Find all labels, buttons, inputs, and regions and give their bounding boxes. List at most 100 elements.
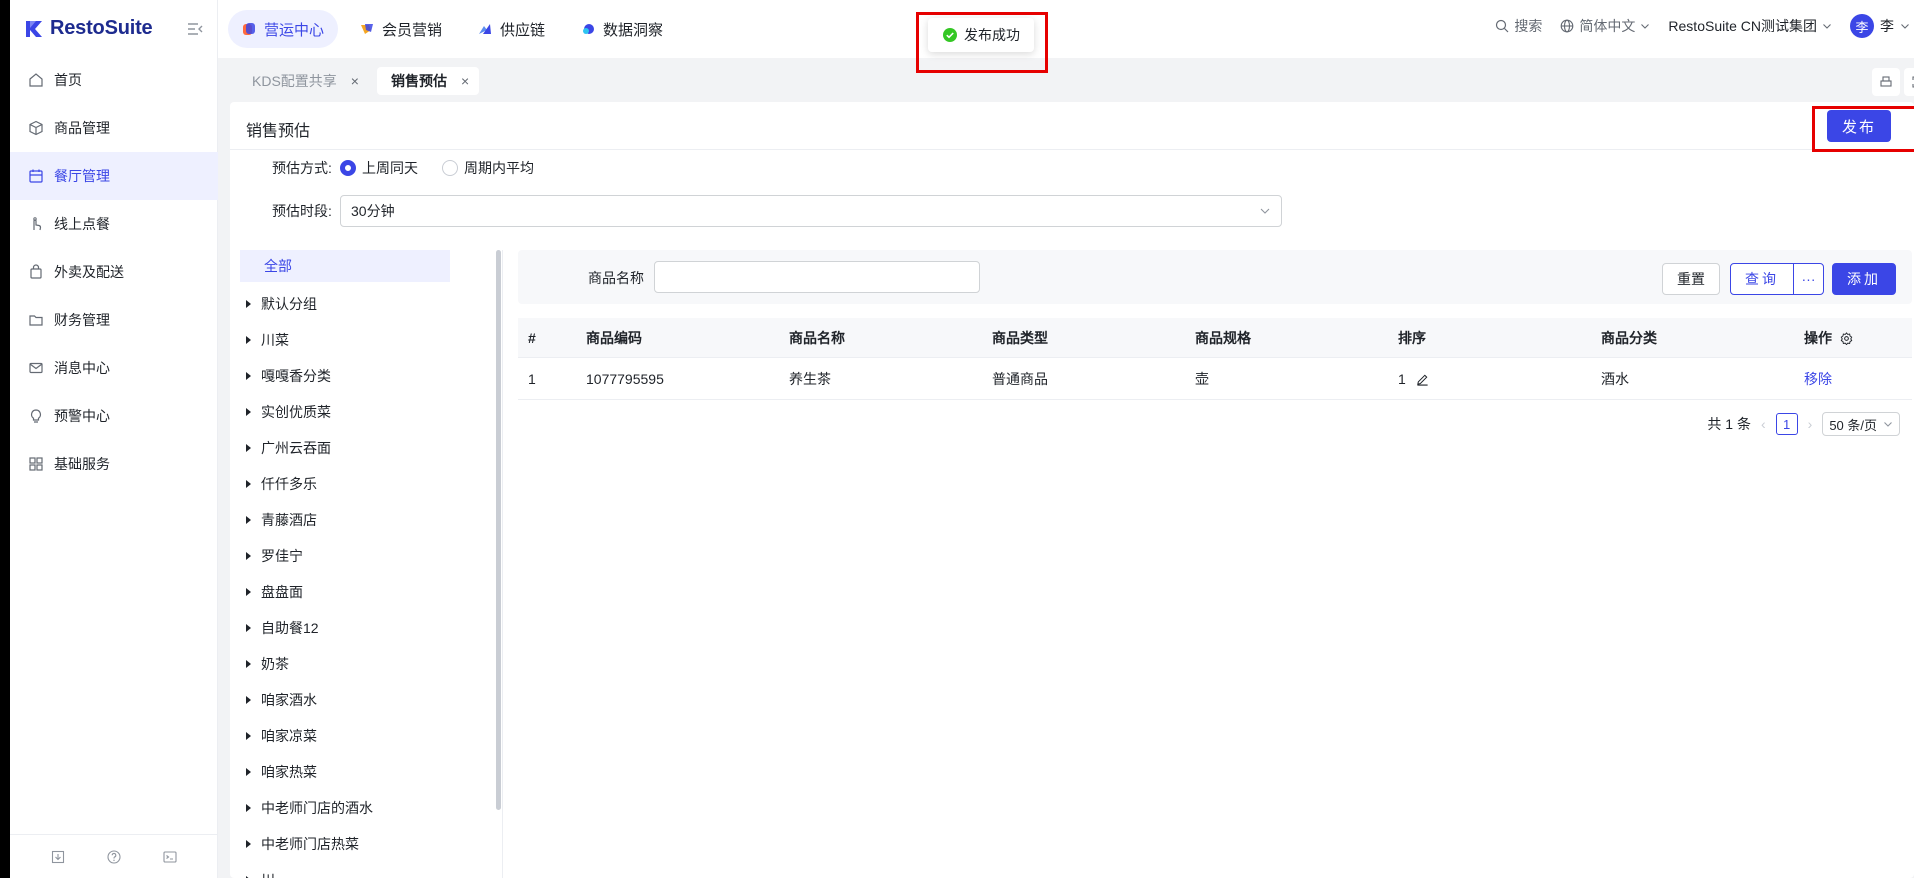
sidebar-item-alerts[interactable]: 预警中心 [10, 392, 218, 440]
gear-icon[interactable] [1840, 331, 1853, 345]
module-tabs: 营运中心 会员营销 供应链 数据洞察 [228, 10, 677, 48]
method-radio-last-week[interactable]: 上周同天 [340, 158, 418, 178]
page-number-current[interactable]: 1 [1775, 413, 1798, 435]
tree-item[interactable]: 咱家热菜 [240, 754, 450, 790]
caret-right-icon[interactable] [246, 408, 251, 416]
bag-icon [30, 264, 42, 279]
more-button[interactable]: ··· [1793, 263, 1824, 295]
tree-item-label: 中老师门店的酒水 [261, 800, 373, 816]
language-switch[interactable]: 简体中文 [1560, 16, 1650, 36]
caret-right-icon[interactable] [246, 768, 251, 776]
page-tab-sales-forecast[interactable]: 销售预估 × [377, 67, 480, 95]
page-size-select[interactable]: 50 条/页 [1822, 412, 1900, 436]
tree-item[interactable]: 罗佳宁 [240, 538, 450, 574]
page-tab-kds-config[interactable]: KDS配置共享 × [238, 67, 369, 95]
caret-right-icon[interactable] [246, 516, 251, 524]
tree-item[interactable]: 嘎嘎香分类 [240, 358, 450, 394]
next-page-icon[interactable]: › [1808, 416, 1813, 432]
tree-item-label: 咱家酒水 [261, 692, 317, 708]
prev-page-icon[interactable]: ‹ [1761, 416, 1766, 432]
page-tab-label: KDS配置共享 [252, 73, 337, 89]
sidebar-item-basic-services[interactable]: 基础服务 [10, 440, 218, 488]
sidebar-item-label: 消息中心 [54, 360, 110, 376]
caret-right-icon[interactable] [246, 840, 251, 848]
col-header: 商品类型 [992, 329, 1048, 346]
folder-icon [29, 315, 43, 326]
caret-right-icon[interactable] [246, 336, 251, 344]
sales-forecast-card: 销售预估 发布 预估方式: 上周同天 周期内平均 预估时段: 30分钟 全部 默… [230, 102, 1914, 878]
download-icon[interactable] [50, 849, 66, 865]
pagination: 共 1 条 ‹ 1 › 50 条/页 [1707, 412, 1900, 436]
period-select[interactable]: 30分钟 [340, 195, 1282, 227]
tree-item-all[interactable]: 全部 [240, 250, 450, 282]
remove-link[interactable]: 移除 [1804, 371, 1832, 387]
sidebar-item-online-order[interactable]: 线上点餐 [10, 200, 218, 248]
tab-member-marketing[interactable]: 会员营销 [346, 10, 456, 48]
sidebar-item-restaurant[interactable]: 餐厅管理 [10, 152, 218, 200]
print-button[interactable] [1872, 68, 1900, 96]
terminal-icon[interactable] [162, 849, 178, 865]
sidebar-item-home[interactable]: 首页 [10, 56, 218, 104]
col-header: 操作 [1804, 329, 1832, 346]
tree-item[interactable]: 中老师门店的酒水 [240, 790, 450, 826]
globe-icon [1561, 19, 1574, 33]
tree-item[interactable]: 实创优质菜 [240, 394, 450, 430]
tab-operations[interactable]: 营运中心 [228, 10, 339, 48]
publish-button[interactable]: 发布 [1827, 110, 1891, 142]
query-button[interactable]: 查询 [1730, 263, 1794, 295]
close-icon[interactable]: × [461, 73, 469, 89]
fullscreen-button[interactable] [1904, 68, 1914, 96]
tree-item[interactable]: 仟仟多乐 [240, 466, 450, 502]
sidebar-item-products[interactable]: 商品管理 [10, 104, 218, 152]
tree-item-label: 中老师门店热菜 [261, 836, 359, 852]
radio-checked-icon [340, 160, 356, 176]
reset-button[interactable]: 重置 [1662, 263, 1720, 295]
tree-item[interactable]: 盘盘面 [240, 574, 450, 610]
sidebar-item-finance[interactable]: 财务管理 [10, 296, 218, 344]
caret-right-icon[interactable] [246, 696, 251, 704]
caret-right-icon[interactable] [246, 372, 251, 380]
tree-scrollbar[interactable] [496, 250, 501, 810]
caret-right-icon[interactable] [246, 444, 251, 452]
caret-right-icon[interactable] [246, 480, 251, 488]
tree-item[interactable]: 自助餐12 [240, 610, 450, 646]
add-button[interactable]: 添加 [1832, 263, 1896, 295]
user-menu[interactable]: 李 李 [1850, 14, 1910, 38]
org-switch[interactable]: RestoSuite CN测试集团 [1668, 16, 1832, 36]
col-header: 商品规格 [1195, 329, 1251, 346]
caret-right-icon[interactable] [246, 624, 251, 632]
logo[interactable]: RestoSuite [24, 17, 153, 40]
close-icon[interactable]: × [351, 73, 359, 89]
tree-item-label: 川菜 [261, 332, 289, 348]
tab-supply-chain[interactable]: 供应链 [464, 10, 559, 48]
tree-item[interactable]: 川 [240, 862, 450, 878]
global-search[interactable]: 搜索 [1495, 16, 1542, 36]
chevron-down-icon [1884, 422, 1892, 427]
help-icon[interactable] [106, 849, 122, 865]
tree-item[interactable]: 川菜 [240, 322, 450, 358]
operations-icon [243, 23, 255, 35]
tree-item[interactable]: 咱家酒水 [240, 682, 450, 718]
caret-right-icon[interactable] [246, 300, 251, 308]
method-radio-period-average[interactable]: 周期内平均 [442, 158, 534, 178]
caret-right-icon[interactable] [246, 804, 251, 812]
caret-right-icon[interactable] [246, 588, 251, 596]
sidebar-item-messages[interactable]: 消息中心 [10, 344, 218, 392]
tree-item[interactable]: 中老师门店热菜 [240, 826, 450, 862]
cell-category: 酒水 [1601, 370, 1629, 387]
tree-item[interactable]: 咱家凉菜 [240, 718, 450, 754]
tree-list: 默认分组川菜嘎嘎香分类 实创优质菜 广州云吞面 仟仟多乐 青藤酒店 罗佳宁 盘盘面 自助餐12… [240, 286, 450, 878]
tree-item[interactable]: 默认分组 [240, 286, 450, 322]
tree-item-label: 奶茶 [261, 656, 289, 672]
caret-right-icon[interactable] [246, 552, 251, 560]
tree-item[interactable]: 青藤酒店 [240, 502, 450, 538]
tree-item[interactable]: 广州云吞面 [240, 430, 450, 466]
product-name-input[interactable] [654, 261, 980, 293]
edit-pencil-icon[interactable] [1416, 373, 1429, 386]
caret-right-icon[interactable] [246, 660, 251, 668]
caret-right-icon[interactable] [246, 732, 251, 740]
collapse-menu-icon[interactable] [186, 20, 204, 38]
sidebar-item-delivery[interactable]: 外卖及配送 [10, 248, 218, 296]
tab-data-insights[interactable]: 数据洞察 [567, 10, 677, 48]
tree-item[interactable]: 奶茶 [240, 646, 450, 682]
